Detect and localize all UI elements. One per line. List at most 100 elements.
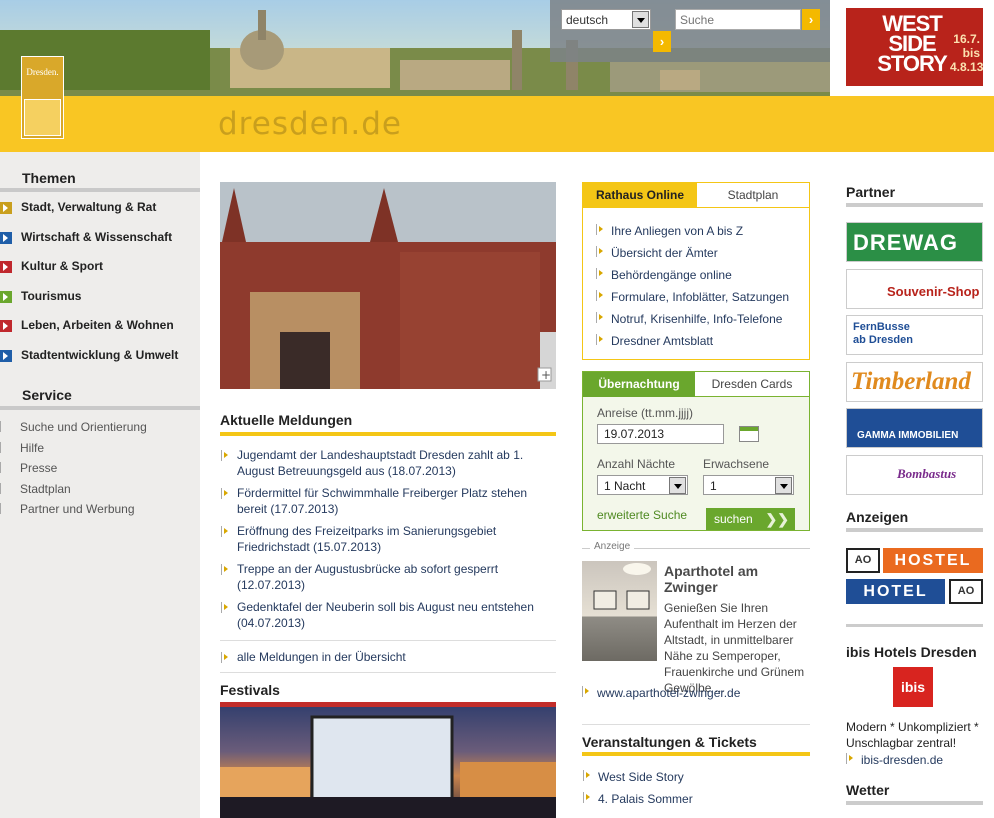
a-o-icon: AO xyxy=(846,548,880,573)
ibis-logo[interactable]: ibis xyxy=(893,667,933,707)
news-item[interactable]: Fördermittel für Schwimmhalle Freiberger… xyxy=(220,485,556,517)
language-value: deutsch xyxy=(566,13,609,27)
partner-banner[interactable]: Souvenir-Shop xyxy=(846,269,983,309)
service-item[interactable]: Presse xyxy=(0,459,200,477)
ibis-link[interactable]: ibis-dresden.de xyxy=(846,753,943,767)
service-label: Stadtplan xyxy=(20,481,71,496)
news-text: Jugendamt der Landeshauptstadt Dresden z… xyxy=(237,448,524,478)
event-link[interactable]: West Side Story xyxy=(583,770,684,784)
arrow-wrap xyxy=(221,601,229,613)
themen-item[interactable]: Kultur & Sport xyxy=(0,255,200,281)
news-rule xyxy=(220,432,556,436)
themen-item[interactable]: Tourismus xyxy=(0,285,200,311)
event-label: West Side Story xyxy=(598,770,684,784)
bracket-icon xyxy=(0,462,10,473)
all-news-link[interactable]: alle Meldungen in der Übersicht xyxy=(220,649,556,665)
weather-heading: Wetter xyxy=(846,782,890,798)
hostel-banner[interactable]: AO HOSTEL xyxy=(846,548,983,573)
news-item[interactable]: Eröffnung des Freizeitparks im Sanierung… xyxy=(220,523,556,555)
arrival-date-field[interactable] xyxy=(597,424,724,444)
hotel-label: HOTEL xyxy=(846,579,945,604)
arrow-icon xyxy=(0,320,12,332)
news-item[interactable]: Jugendamt der Landeshauptstadt Dresden z… xyxy=(220,447,556,479)
event-link[interactable]: 4. Palais Sommer xyxy=(583,792,693,806)
building-picture: + xyxy=(220,182,556,389)
search-input[interactable] xyxy=(675,9,801,30)
rathaus-link[interactable]: Formulare, Infoblätter, Satzungen xyxy=(596,290,789,304)
svg-text:+: + xyxy=(541,368,551,382)
partner-banner[interactable]: FernBusse ab Dresden xyxy=(846,315,983,355)
main-feature-image[interactable]: + xyxy=(220,182,556,389)
arrow-icon xyxy=(596,224,604,235)
hotel-banner[interactable]: HOTEL AO xyxy=(846,579,983,604)
a-o-icon: AO xyxy=(949,579,983,604)
service-label: Hilfe xyxy=(20,440,45,455)
tab-stadtplan[interactable]: Stadtplan xyxy=(697,183,809,208)
search-go-button[interactable]: › xyxy=(802,9,820,30)
service-item[interactable]: Stadtplan xyxy=(0,480,200,498)
west-side-story-banner[interactable]: WEST SIDE STORY 16.7. bis 4.8.13 xyxy=(846,8,983,86)
partner-banner[interactable]: Timberland xyxy=(846,362,983,402)
rathaus-link[interactable]: Behördengänge online xyxy=(596,268,732,282)
partner-banner[interactable]: Bombastus xyxy=(846,455,983,495)
partner-label: Bombastus xyxy=(897,466,957,481)
ad-text: Genießen Sie Ihren Aufenthalt im Herzen … xyxy=(582,600,810,696)
partner-heading: Partner xyxy=(846,184,896,200)
news-text: Gedenktafel der Neuberin soll bis August… xyxy=(237,600,534,630)
arrow-icon xyxy=(0,349,12,362)
tab-dresden-cards[interactable]: Dresden Cards xyxy=(695,372,809,397)
themen-rule xyxy=(0,188,200,192)
themen-item[interactable]: Stadt, Verwaltung & Rat xyxy=(0,196,200,222)
rathaus-link[interactable]: Dresdner Amtsblatt xyxy=(596,334,713,348)
adults-select[interactable]: 1 xyxy=(703,475,794,495)
calendar-icon[interactable] xyxy=(739,426,759,442)
rathaus-link[interactable]: Ihre Anliegen von A bis Z xyxy=(596,224,743,238)
tab-rathaus-online[interactable]: Rathaus Online xyxy=(583,183,697,208)
service-item[interactable]: Suche und Orientierung xyxy=(0,418,200,436)
aparthotel-link[interactable]: www.aparthotel-zwinger.de xyxy=(582,686,740,700)
tab-uebernachtung[interactable]: Übernachtung xyxy=(583,372,695,397)
arrow-icon xyxy=(221,564,229,575)
dresden-logo[interactable]: Dresden. xyxy=(21,56,64,139)
arrow-icon xyxy=(596,312,604,323)
partner-label: Timberland xyxy=(851,368,971,395)
partner-label: Souvenir-Shop xyxy=(887,284,980,299)
rathaus-link[interactable]: Übersicht der Ämter xyxy=(596,246,718,260)
language-select[interactable]: deutsch xyxy=(561,9,651,30)
rathaus-link-label: Formulare, Infoblätter, Satzungen xyxy=(611,290,790,304)
service-item[interactable]: Partner und Werbung xyxy=(0,500,200,518)
chevron-down-icon[interactable] xyxy=(632,11,649,28)
language-go-button[interactable]: › xyxy=(653,31,671,52)
partner-banner[interactable]: GAMMA IMMOBILIEN xyxy=(846,408,983,448)
news-item[interactable]: Treppe an der Augustusbrücke ab sofort g… xyxy=(220,561,556,593)
nights-select[interactable]: 1 Nacht xyxy=(597,475,688,495)
rathaus-link-label: Ihre Anliegen von A bis Z xyxy=(611,224,744,238)
rathaus-link[interactable]: Notruf, Krisenhilfe, Info-Telefone xyxy=(596,312,782,326)
themen-item[interactable]: Stadtentwicklung & Umwelt xyxy=(0,344,200,370)
service-item[interactable]: Hilfe xyxy=(0,439,200,457)
hostel-label: HOSTEL xyxy=(883,548,983,573)
arrow-wrap xyxy=(221,525,229,537)
arrow-wrap xyxy=(221,487,229,499)
themen-label: Wirtschaft & Wissenschaft xyxy=(21,229,173,244)
events-heading: Veranstaltungen & Tickets xyxy=(582,734,757,750)
adults-label: Erwachsene xyxy=(703,457,770,471)
themen-item[interactable]: Wirtschaft & Wissenschaft xyxy=(0,226,200,252)
themen-item[interactable]: Leben, Arbeiten & Wohnen xyxy=(0,314,200,340)
chevron-down-icon[interactable] xyxy=(669,477,686,494)
service-heading: Service xyxy=(22,387,72,403)
events-rule xyxy=(582,752,810,756)
advanced-search-link[interactable]: erweiterte Suche xyxy=(597,508,687,522)
search-submit-button[interactable]: suchen ❯❯ xyxy=(706,508,795,530)
ibis-link-label: ibis-dresden.de xyxy=(861,753,944,767)
news-text: Eröffnung des Freizeitparks im Sanierung… xyxy=(237,524,497,554)
festival-image[interactable] xyxy=(220,702,556,818)
arrow-icon xyxy=(0,231,12,244)
news-item[interactable]: Gedenktafel der Neuberin soll bis August… xyxy=(220,599,556,631)
rathaus-link-label: Behördengänge online xyxy=(611,268,732,282)
event-label: 4. Palais Sommer xyxy=(598,792,693,806)
rathaus-link-label: Übersicht der Ämter xyxy=(611,246,718,260)
partner-banner[interactable]: DREWAG xyxy=(846,222,983,262)
ad-title[interactable]: Aparthotel am Zwinger xyxy=(664,563,810,595)
chevron-down-icon[interactable] xyxy=(775,477,792,494)
